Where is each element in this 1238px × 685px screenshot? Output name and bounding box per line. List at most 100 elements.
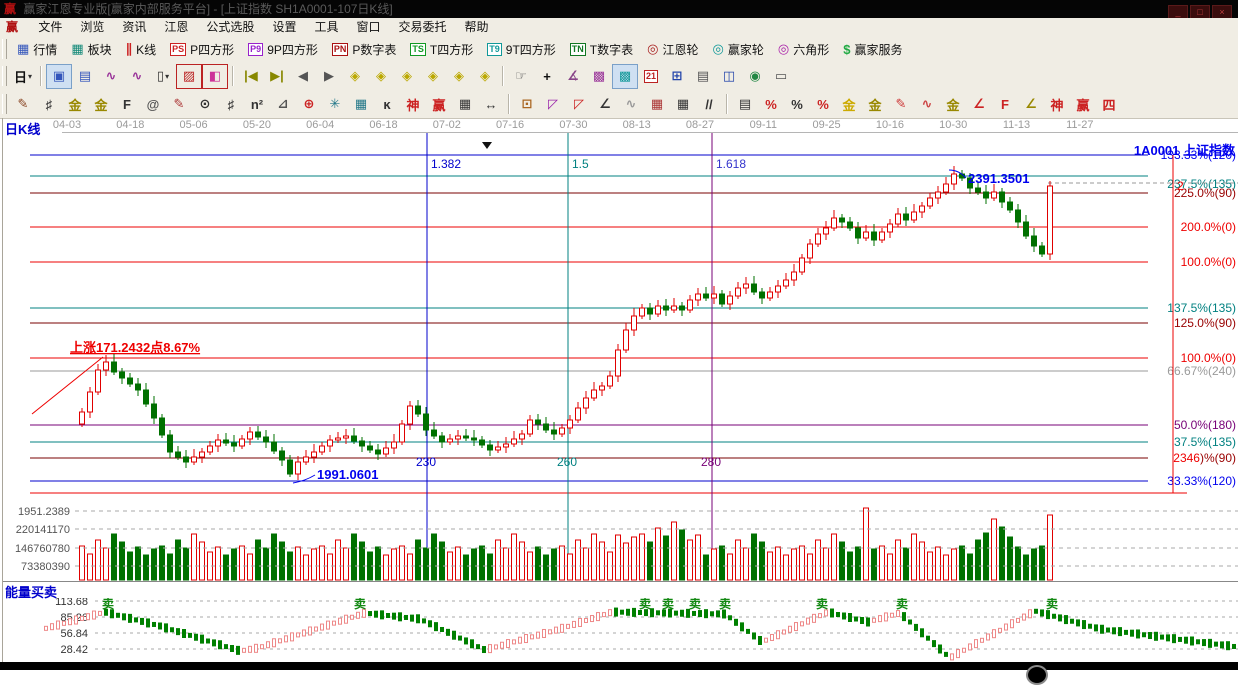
- indicator-title[interactable]: 能量买卖: [5, 585, 57, 600]
- red-circle-cross-button[interactable]: ⊕: [296, 92, 322, 117]
- gann-panel-toggle-button[interactable]: ▣: [46, 64, 72, 89]
- menu-item-0[interactable]: 文件: [29, 18, 71, 36]
- n-squared-button[interactable]: n²: [244, 92, 270, 117]
- toolbar-button-gann-wheel[interactable]: ◎江恩轮: [641, 37, 704, 61]
- menu-item-8[interactable]: 交易委托: [389, 18, 455, 36]
- info-document-button[interactable]: ▤: [72, 64, 98, 89]
- gold-ruler-1-button[interactable]: 金: [62, 92, 88, 117]
- gann-fan-star-button[interactable]: ✳: [322, 92, 348, 117]
- red-grid-tool-button[interactable]: ▨: [176, 64, 202, 89]
- box-tool-button[interactable]: ⊡: [514, 92, 540, 117]
- toolbar-button-quotes[interactable]: ▦行情: [11, 37, 63, 61]
- compass-angle-button[interactable]: ⊿: [270, 92, 296, 117]
- angle-ying-button[interactable]: 赢: [1070, 92, 1096, 117]
- save-disk-button[interactable]: ◫: [716, 64, 742, 89]
- diamond-compress-button[interactable]: ◈: [446, 64, 472, 89]
- last-page-button[interactable]: ▶|: [264, 64, 290, 89]
- diamond-4way-button[interactable]: ◈: [420, 64, 446, 89]
- angle-gold-button[interactable]: ∠: [1018, 92, 1044, 117]
- print-button[interactable]: ▭: [768, 64, 794, 89]
- parallel-lines-button[interactable]: //: [696, 92, 722, 117]
- chart-small-3-button[interactable]: ∿: [98, 64, 124, 89]
- angle-shen-button[interactable]: 神: [1044, 92, 1070, 117]
- angle-j-button[interactable]: ∠: [966, 92, 992, 117]
- calendar-21-button[interactable]: 21: [638, 64, 664, 89]
- toolbar-button-p-number-table[interactable]: PNP数字表: [326, 37, 403, 61]
- toolbar-grip[interactable]: [2, 39, 7, 59]
- first-page-button[interactable]: |◀: [238, 64, 264, 89]
- toolbar-button-p-square[interactable]: PSP四方形: [164, 37, 240, 61]
- pen-ruler-button[interactable]: ✎: [166, 92, 192, 117]
- menu-item-5[interactable]: 设置: [263, 18, 305, 36]
- color-volume-tool-button[interactable]: ◧: [202, 64, 228, 89]
- pen-measure-button[interactable]: ✎: [888, 92, 914, 117]
- gold-ruler-2-button[interactable]: 金: [88, 92, 114, 117]
- gold-circle-button[interactable]: 金: [836, 92, 862, 117]
- k-quote-mark-button[interactable]: ĸ: [374, 92, 400, 117]
- prev-bar-button[interactable]: ◀: [290, 64, 316, 89]
- notepad-button[interactable]: ▤: [690, 64, 716, 89]
- next-bar-button[interactable]: ▶: [316, 64, 342, 89]
- line-ruler-button[interactable]: ♯: [218, 92, 244, 117]
- diamond-h-expand-button[interactable]: ◈: [394, 64, 420, 89]
- grid-ruler-button[interactable]: ♯: [36, 92, 62, 117]
- toolbar-button-9t-square[interactable]: T99T四方形: [481, 37, 562, 61]
- gold-line-button[interactable]: 金: [862, 92, 888, 117]
- f-ruler-button[interactable]: F: [114, 92, 140, 117]
- pattern-square-button[interactable]: ▦: [348, 92, 374, 117]
- angle-measure-button[interactable]: ∡: [560, 64, 586, 89]
- fan-red-button[interactable]: ◸: [566, 92, 592, 117]
- indicator-bar: [867, 618, 870, 626]
- percent-button[interactable]: %: [784, 92, 810, 117]
- measure-bars-button[interactable]: ▤: [732, 92, 758, 117]
- circle-ruler-button[interactable]: ⊙: [192, 92, 218, 117]
- chart-small-9-button[interactable]: ∿: [124, 64, 150, 89]
- menu-item-4[interactable]: 公式选股: [197, 18, 263, 36]
- spiral-button[interactable]: @: [140, 92, 166, 117]
- horizontal-span-button[interactable]: ↔: [478, 92, 504, 117]
- grid-dark-button[interactable]: ▦: [670, 92, 696, 117]
- zigzag-gray-button[interactable]: ∿: [618, 92, 644, 117]
- grid-red-button[interactable]: ▦: [644, 92, 670, 117]
- menu-item-3[interactable]: 江恩: [155, 18, 197, 36]
- toolbar-grip[interactable]: [2, 94, 7, 114]
- toolbar-grip[interactable]: [2, 66, 7, 86]
- diamond-left-button[interactable]: ◈: [342, 64, 368, 89]
- toolbar-button-t-square[interactable]: TST四方形: [404, 37, 479, 61]
- period-day-dropdown-button[interactable]: 日▾: [10, 64, 36, 89]
- toolbar-button-t-number-table[interactable]: TNT数字表: [564, 37, 639, 61]
- menu-item-2[interactable]: 资讯: [113, 18, 155, 36]
- menu-item-1[interactable]: 浏览: [71, 18, 113, 36]
- menu-item-9[interactable]: 帮助: [456, 18, 498, 36]
- calculator-button[interactable]: ⊞: [664, 64, 690, 89]
- diamond-right-button[interactable]: ◈: [368, 64, 394, 89]
- brush-button[interactable]: ✎: [10, 92, 36, 117]
- ying-tool-button[interactable]: 赢: [426, 92, 452, 117]
- shen-tool-button[interactable]: 神: [400, 92, 426, 117]
- grid-123-button[interactable]: ▦: [452, 92, 478, 117]
- angle-lines-button[interactable]: ∠: [592, 92, 618, 117]
- menu-item-7[interactable]: 窗口: [347, 18, 389, 36]
- web-globe-button[interactable]: ◉: [742, 64, 768, 89]
- fan-purple-button[interactable]: ◸: [540, 92, 566, 117]
- teal-pattern-button[interactable]: ▩: [612, 64, 638, 89]
- angle-si-button[interactable]: 四: [1096, 92, 1122, 117]
- wave-red-line-button[interactable]: ∿: [914, 92, 940, 117]
- toolbar-button-winner-wheel[interactable]: ◎赢家轮: [707, 37, 770, 61]
- candle-style-dropdown-button[interactable]: ▯▾: [150, 64, 176, 89]
- toolbar-button-9p-square[interactable]: P99P四方形: [242, 37, 324, 61]
- menu-item-6[interactable]: 工具: [305, 18, 347, 36]
- percent-line-button[interactable]: %: [810, 92, 836, 117]
- indicator-bar: [369, 612, 372, 616]
- toolbar-button-kline[interactable]: ∥K线: [120, 37, 163, 61]
- purple-pattern-button[interactable]: ▩: [586, 64, 612, 89]
- percent-red-ruler-button[interactable]: %: [758, 92, 784, 117]
- angle-f-button[interactable]: F: [992, 92, 1018, 117]
- toolbar-button-sectors[interactable]: ▦板块: [65, 37, 117, 61]
- diamond-expand-all-button[interactable]: ◈: [472, 64, 498, 89]
- gold-angle-button[interactable]: 金: [940, 92, 966, 117]
- toolbar-button-winner-service[interactable]: $赢家服务: [837, 37, 908, 61]
- crosshair-button[interactable]: +: [534, 64, 560, 89]
- hand-drag-button[interactable]: ☞: [508, 64, 534, 89]
- toolbar-button-hexagon[interactable]: ◎六角形: [772, 37, 835, 61]
